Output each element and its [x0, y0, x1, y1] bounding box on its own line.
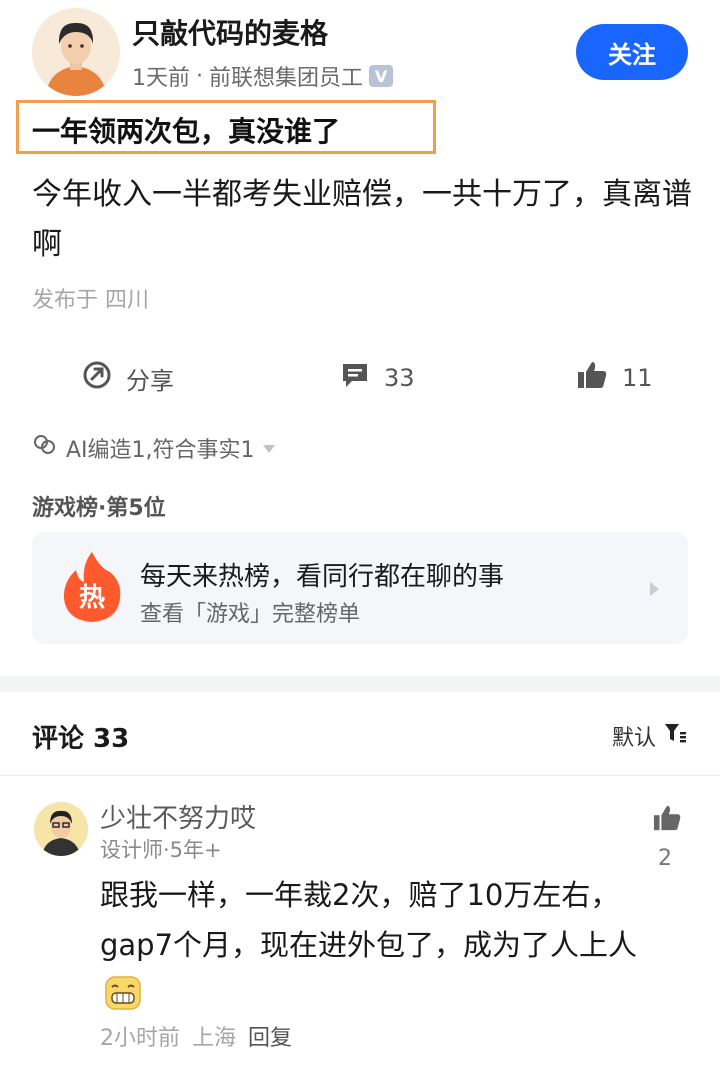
ai-note-text: AI编造1,符合事实1 — [66, 438, 255, 463]
hot-card-subtitle: 查看「游戏」完整榜单 — [140, 602, 361, 627]
section-divider — [0, 676, 720, 692]
author-name[interactable]: 只敲代码的麦格 — [132, 12, 328, 52]
comment-button[interactable]: 33 — [340, 356, 415, 400]
verified-icon: V — [369, 65, 394, 87]
post-location: 发布于 四川 — [32, 288, 149, 313]
comment-icon — [340, 360, 370, 396]
sort-label: 默认 — [612, 726, 657, 751]
hot-badge-text: 热 — [79, 583, 105, 613]
thumbs-up-icon — [576, 360, 608, 396]
commenter-avatar[interactable] — [34, 802, 88, 856]
filter-icon — [664, 722, 687, 750]
rank-label[interactable]: 游戏榜·第5位 — [32, 490, 166, 522]
grin-emoji-icon — [104, 975, 142, 1011]
hot-card-title: 每天来热榜，看同行都在聊的事 — [140, 562, 505, 592]
comment-like-button[interactable] — [652, 804, 682, 836]
meta-separator: · — [196, 63, 203, 89]
commenter-name[interactable]: 少壮不努力哎 — [100, 798, 256, 835]
author-identity: 前联想集团员工 — [209, 66, 364, 91]
comment-footer: 2小时前 上海 回复 — [100, 1020, 292, 1052]
author-avatar[interactable] — [32, 8, 120, 96]
comments-divider — [0, 775, 720, 776]
ai-fact-check[interactable]: AI编造1,符合事实1 — [32, 432, 275, 464]
post-time: 1天前 — [132, 66, 190, 91]
hot-list-card[interactable]: 热 每天来热榜，看同行都在聊的事 查看「游戏」完整榜单 — [32, 532, 688, 644]
reply-button[interactable]: 回复 — [248, 1020, 292, 1052]
share-icon — [82, 360, 112, 396]
share-button[interactable]: 分享 — [82, 356, 174, 400]
post-title: 一年领两次包，真没谁了 — [32, 115, 341, 148]
comment-time: 2小时前 — [100, 1026, 180, 1051]
share-label: 分享 — [126, 366, 174, 395]
comment-location: 上海 — [192, 1026, 237, 1051]
comment-count: 33 — [384, 364, 415, 392]
commenter-meta: 设计师·5年+ — [100, 838, 222, 862]
comment-text: 跟我一样，一年裁2次，赔了10万左右，gap7个月，现在进外包了，成为了人上人 — [100, 878, 638, 962]
hot-flame-icon: 热 — [60, 550, 124, 624]
comments-title: 评论 33 — [32, 724, 130, 754]
ai-check-icon — [32, 433, 58, 463]
like-count: 11 — [622, 364, 653, 392]
post-body: 今年收入一半都考失业赔偿，一共十万了，真离谱啊 — [32, 177, 692, 262]
follow-button[interactable]: 关注 — [576, 24, 688, 80]
chevron-right-icon — [650, 582, 659, 596]
comment-body: 跟我一样，一年裁2次，赔了10万左右，gap7个月，现在进外包了，成为了人上人 — [100, 870, 640, 1020]
thumbs-up-icon — [652, 805, 682, 836]
comment-like-count: 2 — [658, 846, 672, 871]
like-button[interactable]: 11 — [576, 356, 653, 400]
author-meta: 1天前 · 前联想集团员工 V — [132, 60, 394, 92]
sort-button[interactable]: 默认 — [612, 720, 687, 752]
triangle-down-icon — [262, 436, 275, 461]
